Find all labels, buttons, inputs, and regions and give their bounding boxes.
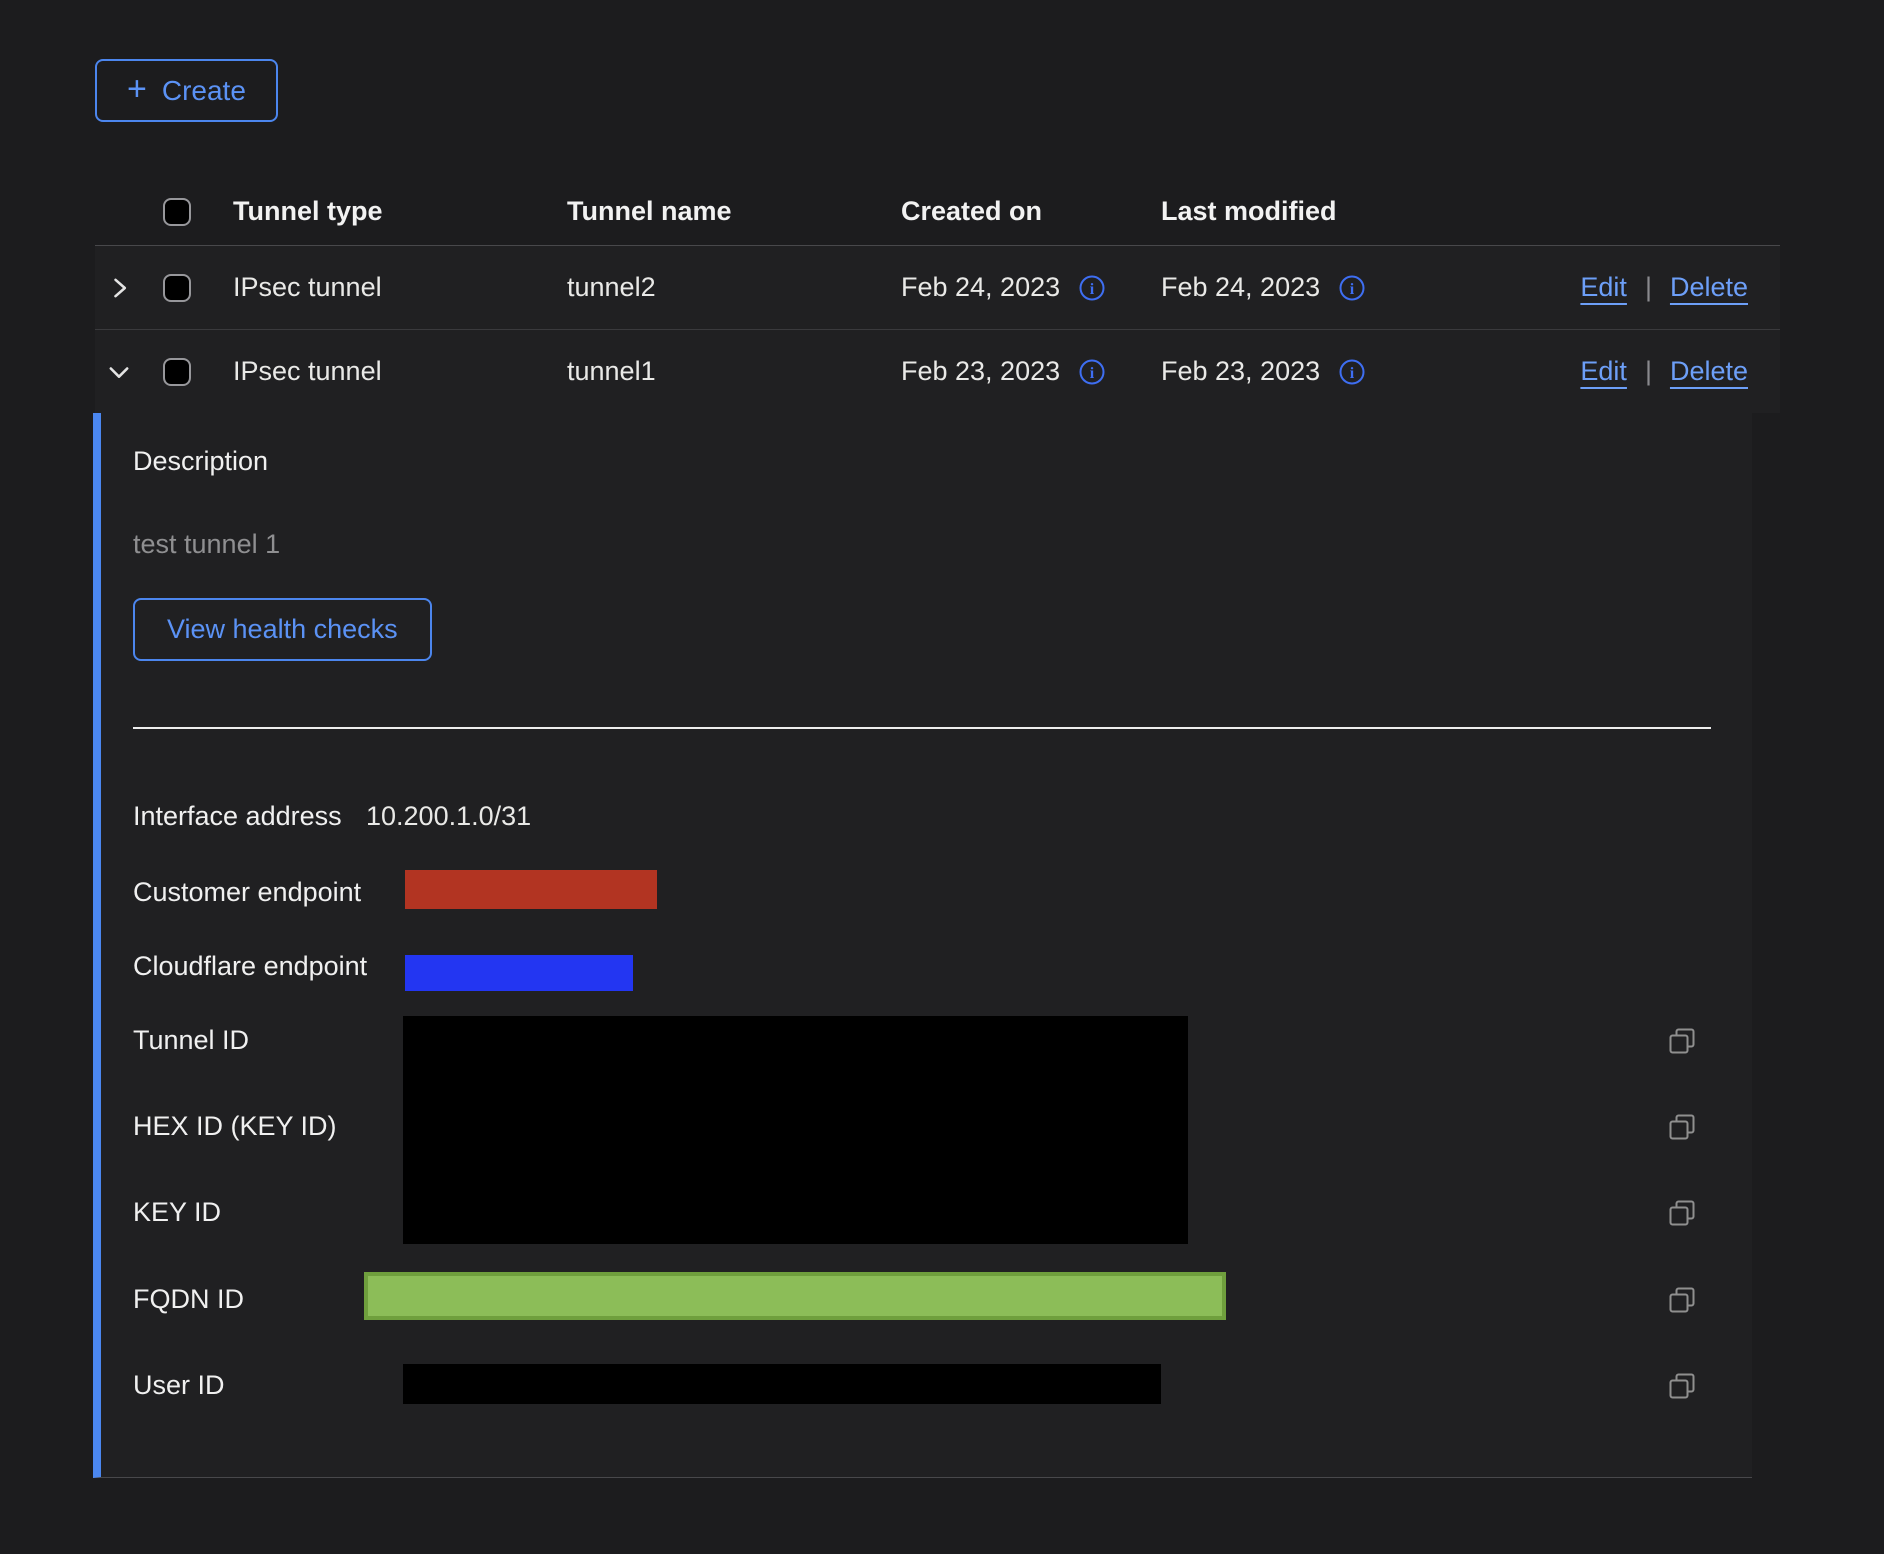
user-id-redacted-value <box>403 1364 1161 1404</box>
view-health-checks-button[interactable]: View health checks <box>133 598 432 661</box>
tunnel-name-cell: tunnel1 <box>567 356 901 387</box>
delete-link[interactable]: Delete <box>1670 356 1748 387</box>
copy-fqdn-id-icon[interactable] <box>1667 1285 1697 1315</box>
copy-tunnel-id-icon[interactable] <box>1667 1026 1697 1056</box>
tunnel-type-cell: IPsec tunnel <box>233 356 567 387</box>
section-divider <box>133 727 1711 729</box>
chevron-right-icon[interactable] <box>105 274 133 302</box>
description-label: Description <box>133 445 268 477</box>
copy-user-id-icon[interactable] <box>1667 1371 1697 1401</box>
header-tunnel-name: Tunnel name <box>567 196 901 227</box>
header-last-modified: Last modified <box>1161 196 1337 227</box>
edit-link[interactable]: Edit <box>1580 356 1627 387</box>
create-button-label: Create <box>162 75 246 107</box>
table-header-row: Tunnel type Tunnel name Created on Last … <box>95 178 1780 246</box>
row-checkbox[interactable] <box>163 274 191 302</box>
created-on-cell: Feb 24, 2023 <box>901 272 1060 303</box>
tunnels-page: { "colors": { "accent_blue": "#4c86ee", … <box>0 0 1884 1554</box>
tunnel-detail-panel: Description test tunnel 1 View health ch… <box>93 413 1752 1478</box>
user-id-label: User ID <box>133 1369 225 1401</box>
chevron-down-icon[interactable] <box>105 358 133 386</box>
info-icon[interactable]: i <box>1338 274 1366 302</box>
action-separator: | <box>1645 272 1652 303</box>
copy-hex-id-icon[interactable] <box>1667 1112 1697 1142</box>
info-icon[interactable]: i <box>1338 358 1366 386</box>
svg-text:i: i <box>1350 281 1355 298</box>
plus-icon: + <box>127 72 147 106</box>
hex-id-label: HEX ID (KEY ID) <box>133 1110 337 1142</box>
header-tunnel-type: Tunnel type <box>233 196 567 227</box>
svg-text:i: i <box>1090 365 1095 382</box>
action-separator: | <box>1645 356 1652 387</box>
fqdn-id-label: FQDN ID <box>133 1283 244 1315</box>
customer-endpoint-redacted-value <box>405 870 657 909</box>
tunnel-name-cell: tunnel2 <box>567 272 901 303</box>
select-all-checkbox[interactable] <box>163 198 191 226</box>
customer-endpoint-label: Customer endpoint <box>133 876 361 908</box>
info-icon[interactable]: i <box>1078 274 1106 302</box>
row-checkbox[interactable] <box>163 358 191 386</box>
tunnels-table: Tunnel type Tunnel name Created on Last … <box>95 178 1780 413</box>
table-row: IPsec tunnel tunnel1 Feb 23, 2023 i Feb … <box>95 330 1780 413</box>
cloudflare-endpoint-label: Cloudflare endpoint <box>133 950 367 982</box>
tunnel-type-cell: IPsec tunnel <box>233 272 567 303</box>
create-button[interactable]: + Create <box>95 59 278 122</box>
created-on-cell: Feb 23, 2023 <box>901 356 1060 387</box>
key-id-label: KEY ID <box>133 1196 221 1228</box>
fqdn-id-redacted-value <box>364 1272 1226 1320</box>
svg-text:i: i <box>1090 281 1095 298</box>
edit-link[interactable]: Edit <box>1580 272 1627 303</box>
info-icon[interactable]: i <box>1078 358 1106 386</box>
svg-text:i: i <box>1350 365 1355 382</box>
copy-key-id-icon[interactable] <box>1667 1198 1697 1228</box>
description-value: test tunnel 1 <box>133 528 280 560</box>
last-modified-cell: Feb 23, 2023 <box>1161 356 1320 387</box>
last-modified-cell: Feb 24, 2023 <box>1161 272 1320 303</box>
tunnel-id-label: Tunnel ID <box>133 1024 249 1056</box>
table-row: IPsec tunnel tunnel2 Feb 24, 2023 i Feb … <box>95 246 1780 330</box>
interface-address-label: Interface address <box>133 800 342 832</box>
header-created-on: Created on <box>901 196 1042 227</box>
ids-redacted-value <box>403 1016 1188 1244</box>
interface-address-value: 10.200.1.0/31 <box>366 800 531 832</box>
cloudflare-endpoint-redacted-value <box>405 955 633 991</box>
delete-link[interactable]: Delete <box>1670 272 1748 303</box>
